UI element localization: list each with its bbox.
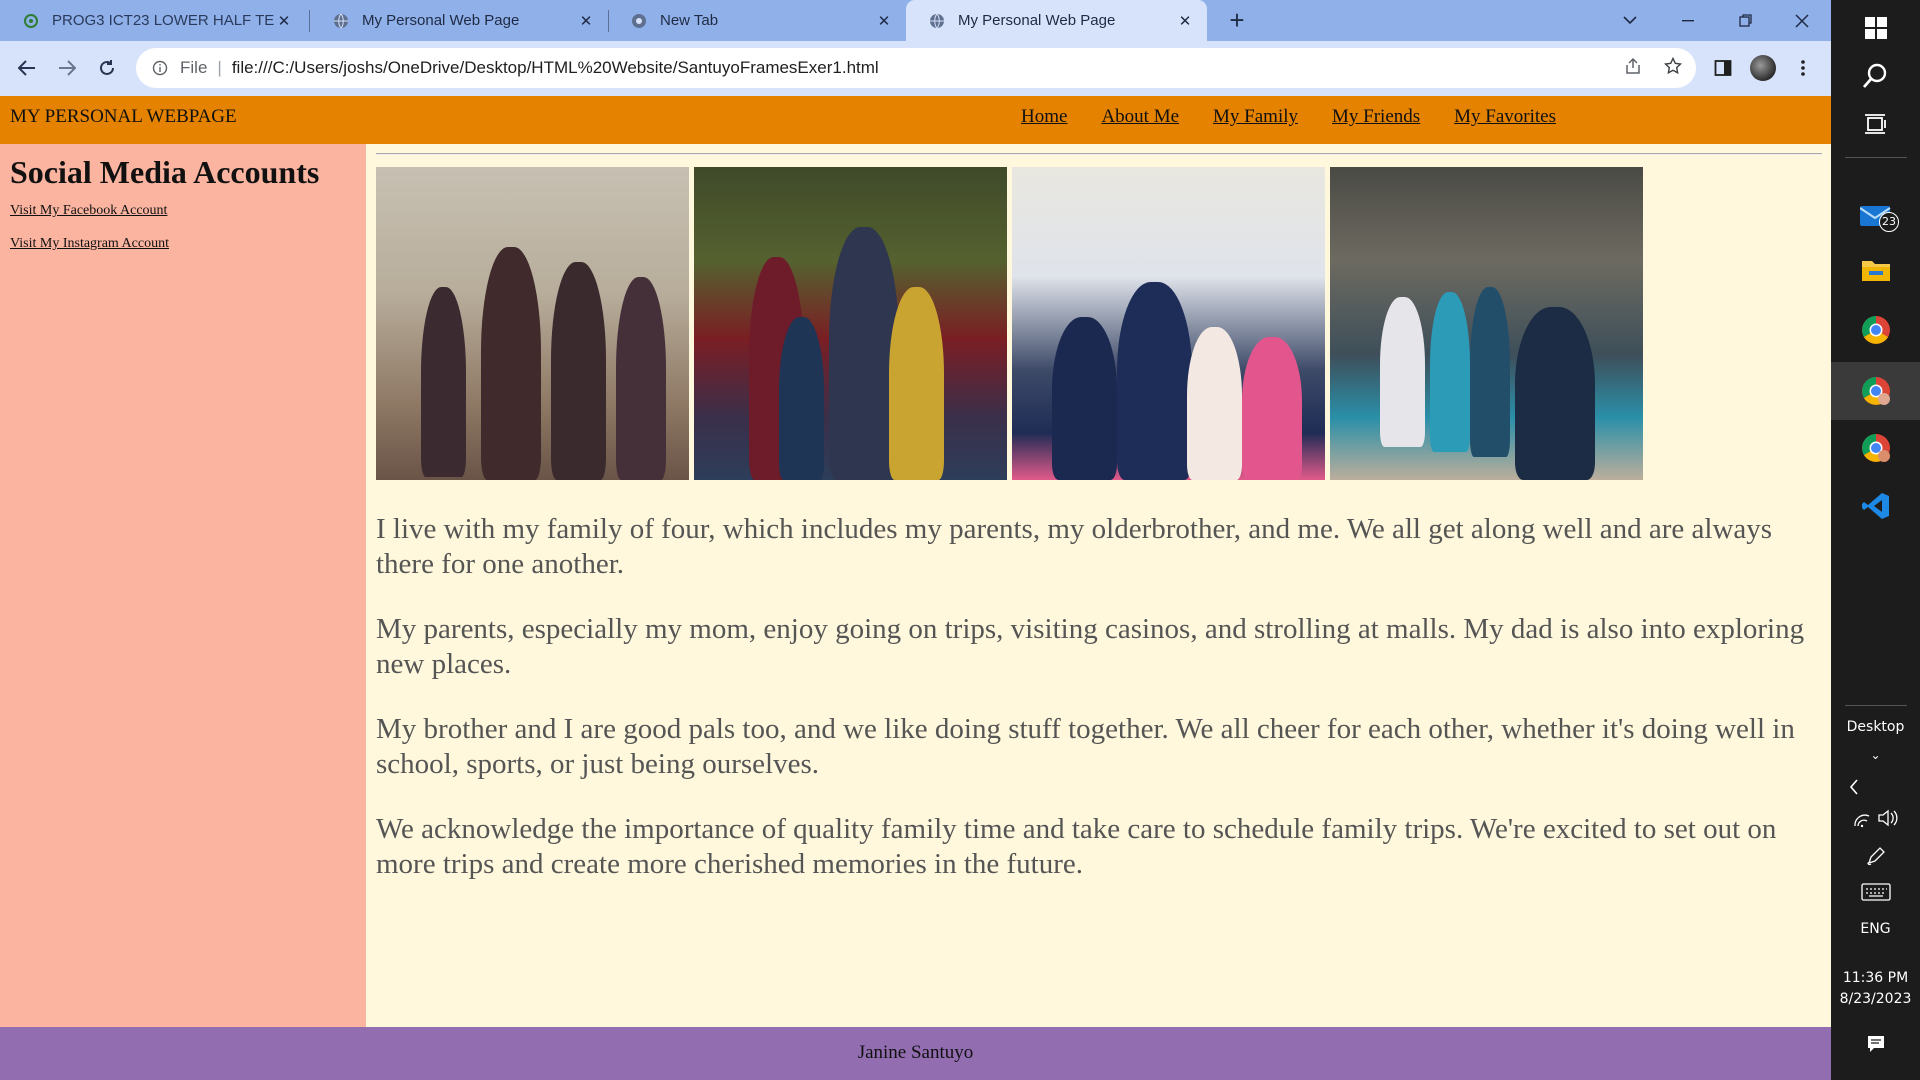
minimize-button[interactable] — [1660, 0, 1716, 41]
horizontal-rule — [376, 153, 1822, 155]
family-description: I live with my family of four, which inc… — [376, 512, 1822, 912]
tab-strip: PROG3 ICT23 LOWER HALF TERM ✕ My Persona… — [0, 0, 1831, 41]
language-indicator[interactable]: ENG — [1831, 921, 1920, 937]
chrome-app-icon[interactable] — [1831, 302, 1920, 358]
main-content: I live with my family of four, which inc… — [366, 144, 1831, 1027]
paragraph: We acknowledge the importance of quality… — [376, 813, 1777, 880]
notification-icon[interactable] — [1831, 1020, 1920, 1068]
close-icon[interactable]: ✕ — [274, 12, 294, 30]
back-button[interactable] — [10, 51, 44, 85]
family-photo — [376, 167, 689, 480]
tab-search-chevron-icon[interactable] — [1602, 0, 1658, 41]
profile-avatar[interactable] — [1746, 51, 1780, 85]
clock-time[interactable]: 11:36 PM — [1831, 970, 1920, 986]
mail-app-icon[interactable]: 23 — [1831, 188, 1920, 244]
new-tab-button[interactable]: + — [1222, 6, 1252, 36]
mail-badge: 23 — [1879, 212, 1899, 232]
globe-icon — [332, 12, 350, 30]
restore-button[interactable] — [1717, 0, 1773, 41]
close-icon[interactable]: ✕ — [874, 12, 894, 30]
close-icon[interactable]: ✕ — [576, 12, 596, 30]
tab-title: My Personal Web Page — [958, 12, 1116, 29]
side-panel-icon[interactable] — [1706, 51, 1740, 85]
kebab-menu-icon[interactable] — [1786, 51, 1820, 85]
taskbar-divider — [1845, 157, 1907, 158]
close-icon[interactable]: ✕ — [1175, 12, 1195, 30]
file-explorer-icon[interactable] — [1831, 242, 1920, 298]
photo-gallery — [376, 167, 1643, 480]
family-photo — [1012, 167, 1325, 480]
chrome-profile-app-icon[interactable] — [1831, 362, 1920, 420]
facebook-link[interactable]: Visit My Facebook Account — [10, 203, 167, 219]
chrome-icon — [630, 12, 648, 30]
paragraph: My parents, especially my mom, enjoy goi… — [376, 613, 1805, 680]
info-icon[interactable] — [150, 60, 170, 76]
site-nav: Home About Me My Family My Friends My Fa… — [1021, 106, 1556, 128]
desktop-label[interactable]: Desktop — [1831, 719, 1920, 735]
browser-window: PROG3 ICT23 LOWER HALF TERM ✕ My Persona… — [0, 0, 1831, 1080]
family-photo — [694, 167, 1007, 480]
instagram-link[interactable]: Visit My Instagram Account — [10, 236, 169, 252]
site-title: MY PERSONAL WEBPAGE — [10, 106, 237, 127]
site-footer: Janine Santuyo — [0, 1027, 1831, 1080]
url-text[interactable]: file:///C:/Users/joshs/OneDrive/Desktop/… — [232, 58, 879, 78]
sidebar-heading: Social Media Accounts — [10, 154, 320, 190]
footer-text: Janine Santuyo — [857, 1042, 974, 1063]
site-header: MY PERSONAL WEBPAGE Home About Me My Fam… — [0, 96, 1831, 144]
page-viewport: MY PERSONAL WEBPAGE Home About Me My Fam… — [0, 96, 1831, 1080]
omnibox-actions — [1624, 48, 1683, 88]
keyboard-icon[interactable] — [1831, 872, 1920, 912]
reload-button[interactable] — [90, 51, 124, 85]
windows-taskbar: 23 Desktop ⌄ ENG 11:36 PM 8/23/2023 — [1831, 0, 1920, 1080]
network-volume-icons[interactable] — [1831, 800, 1920, 836]
paragraph: My brother and I are good pals too, and … — [376, 713, 1795, 780]
nav-link-about-me[interactable]: About Me — [1101, 106, 1179, 128]
nav-link-my-friends[interactable]: My Friends — [1332, 106, 1420, 128]
sidebar: Social Media Accounts Visit My Facebook … — [0, 144, 366, 1027]
vscode-app-icon[interactable] — [1831, 478, 1920, 534]
tab-title: PROG3 ICT23 LOWER HALF TERM — [52, 12, 274, 29]
tab-title: My Personal Web Page — [362, 12, 520, 29]
share-icon[interactable] — [1624, 57, 1642, 80]
tab-personal-1[interactable]: My Personal Web Page ✕ — [310, 0, 608, 41]
close-window-button[interactable] — [1774, 0, 1830, 41]
url-scheme-label: File — [180, 58, 208, 77]
bookmark-star-icon[interactable] — [1663, 56, 1683, 80]
task-view-icon[interactable] — [1831, 96, 1920, 152]
tab-prog3[interactable]: PROG3 ICT23 LOWER HALF TERM ✕ — [0, 0, 306, 41]
forward-button[interactable] — [50, 51, 84, 85]
tab-title: New Tab — [660, 12, 719, 29]
clock-date[interactable]: 8/23/2023 — [1831, 991, 1920, 1007]
nav-link-my-favorites[interactable]: My Favorites — [1454, 106, 1556, 128]
tab-personal-active[interactable]: My Personal Web Page ✕ — [906, 0, 1207, 41]
paragraph: I live with my family of four, which inc… — [376, 513, 1773, 580]
nav-link-home[interactable]: Home — [1021, 106, 1067, 128]
url-divider: | — [217, 58, 222, 77]
chrome-profile2-app-icon[interactable] — [1831, 420, 1920, 476]
pen-icon[interactable] — [1831, 838, 1920, 874]
nav-link-my-family[interactable]: My Family — [1213, 106, 1298, 128]
green-circle-favicon-icon — [22, 12, 40, 30]
tab-new-tab[interactable]: New Tab ✕ — [608, 0, 906, 41]
browser-toolbar: File | file:///C:/Users/joshs/OneDrive/D… — [0, 41, 1831, 96]
address-bar[interactable]: File | file:///C:/Users/joshs/OneDrive/D… — [136, 48, 1696, 88]
globe-icon — [928, 12, 946, 30]
taskbar-divider — [1845, 705, 1907, 706]
family-photo — [1330, 167, 1643, 480]
